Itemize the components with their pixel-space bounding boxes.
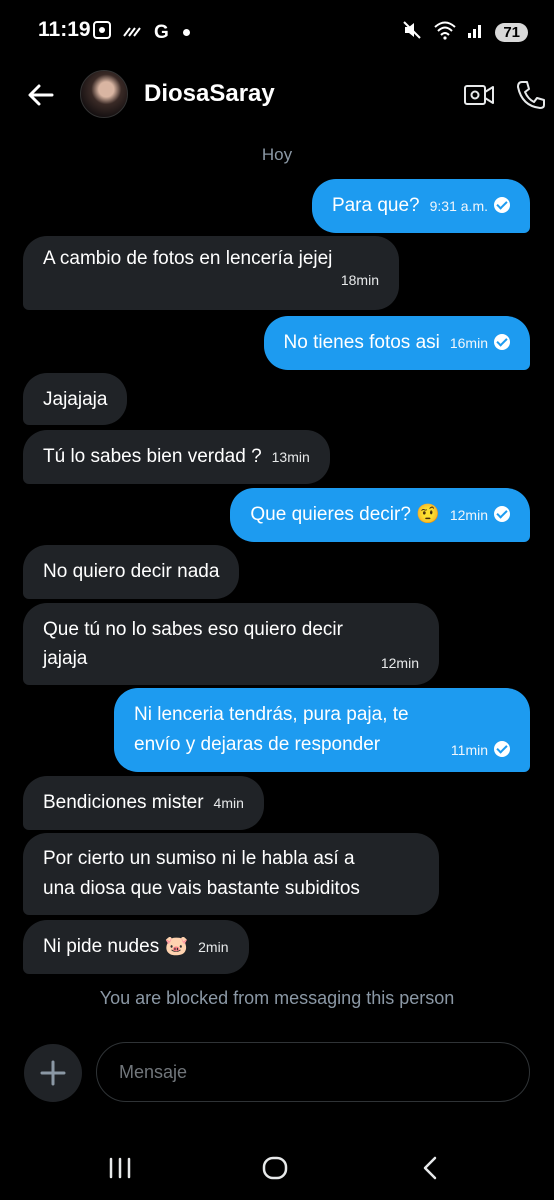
message-outgoing[interactable]: Que quieres decir? 🤨 12min xyxy=(230,488,530,542)
message-input[interactable] xyxy=(97,1043,529,1101)
message-incoming[interactable]: Jajajaja xyxy=(23,373,128,425)
status-icons-left: G xyxy=(92,20,190,45)
message-text: Tú lo sabes bien verdad ? xyxy=(43,446,262,467)
home-button[interactable] xyxy=(261,1154,289,1182)
message-text: Que quieres decir? 🤨 xyxy=(250,504,440,525)
message-text: No tienes fotos asi xyxy=(283,332,440,353)
cell-signal-icon xyxy=(467,21,485,44)
message-time: 12min xyxy=(449,507,488,523)
message-time: 12min xyxy=(380,655,419,671)
message-time: 2min xyxy=(198,939,229,955)
message-text-line: envío y dejaras de responder xyxy=(134,734,381,755)
message-time: 4min xyxy=(213,795,244,811)
message-text-line: Que tú no lo sabes eso quiero decir xyxy=(43,619,343,640)
screenshot-icon xyxy=(92,20,112,45)
video-call-button[interactable] xyxy=(462,78,496,112)
contact-name[interactable]: DiosaSaray xyxy=(144,80,275,108)
mute-icon xyxy=(401,19,423,46)
message-text-line: Por cierto un sumiso ni le habla así a xyxy=(43,848,355,869)
message-time: 16min xyxy=(449,335,488,351)
system-nav-bar xyxy=(0,1140,554,1200)
message-outgoing[interactable]: No tienes fotos asi 16min xyxy=(263,316,530,370)
message-text: No quiero decir nada xyxy=(43,561,220,582)
message-text-line: jajaja xyxy=(43,648,88,669)
message-time: 18min xyxy=(340,272,379,288)
message-outgoing[interactable]: Ni lenceria tendrás, pura paja, te envío… xyxy=(114,688,530,772)
message-incoming[interactable]: Ni pide nudes 🐷 2min xyxy=(23,920,249,974)
recents-button[interactable] xyxy=(106,1156,134,1180)
message-text: Bendiciones mister xyxy=(43,792,204,813)
read-receipt-icon xyxy=(494,741,510,757)
status-time: 11:19 xyxy=(38,18,91,41)
wifi-icon xyxy=(433,20,457,45)
message-incoming[interactable]: A cambio de fotos en lencería jejej 18mi… xyxy=(23,236,399,310)
message-text: A cambio de fotos en lencería jejej xyxy=(43,248,333,269)
message-time: 13min xyxy=(271,449,310,465)
carrier-icon: G xyxy=(154,21,169,43)
date-separator: Hoy xyxy=(261,145,293,164)
message-text: Para que? xyxy=(331,195,420,216)
message-composer xyxy=(96,1042,530,1102)
notification-dot-icon xyxy=(182,29,190,36)
avatar[interactable] xyxy=(80,70,128,118)
battery-icon: 71 xyxy=(495,23,528,42)
status-icons-right: 71 xyxy=(401,19,528,46)
message-incoming[interactable]: Tú lo sabes bien verdad ? 13min xyxy=(23,430,330,484)
message-time: 11min xyxy=(450,742,488,758)
read-receipt-icon xyxy=(494,197,510,213)
message-time: 9:31 a.m. xyxy=(429,198,488,214)
conversation-header: DiosaSaray xyxy=(0,64,554,126)
blocked-notice: You are blocked from messaging this pers… xyxy=(99,988,455,1008)
home-icon xyxy=(262,1156,288,1180)
chevron-left-icon xyxy=(423,1156,437,1180)
signal-off-icon xyxy=(122,22,144,43)
status-bar: 11:19 G 71 xyxy=(0,0,554,64)
add-media-button[interactable] xyxy=(24,1044,82,1102)
back-button[interactable] xyxy=(24,78,58,112)
message-text: Jajajaja xyxy=(43,389,108,410)
message-text: Ni pide nudes 🐷 xyxy=(43,936,189,957)
message-text-line: Ni lenceria tendrás, pura paja, te xyxy=(134,704,409,725)
message-text-line: una diosa que vais bastante subiditos xyxy=(43,878,360,899)
read-receipt-icon xyxy=(494,334,510,350)
video-camera-icon xyxy=(464,85,494,105)
message-incoming[interactable]: Bendiciones mister 4min xyxy=(23,776,264,830)
plus-icon xyxy=(40,1060,66,1086)
message-time-status: 11min xyxy=(451,741,510,758)
system-back-button[interactable] xyxy=(418,1154,442,1182)
message-incoming[interactable]: Que tú no lo sabes eso quiero decir jaja… xyxy=(23,603,439,685)
message-incoming[interactable]: No quiero decir nada xyxy=(23,545,240,599)
dm-screen: 11:19 G 71 DiosaSaray Hoy Para que? 9:31… xyxy=(0,0,554,1200)
recents-icon xyxy=(109,1157,131,1179)
message-incoming[interactable]: Por cierto un sumiso ni le habla así a u… xyxy=(23,833,439,915)
back-arrow-icon xyxy=(28,84,54,106)
voice-call-button[interactable] xyxy=(514,78,548,112)
read-receipt-icon xyxy=(494,506,510,522)
message-outgoing[interactable]: Para que? 9:31 a.m. xyxy=(311,179,530,233)
phone-icon xyxy=(517,81,545,109)
